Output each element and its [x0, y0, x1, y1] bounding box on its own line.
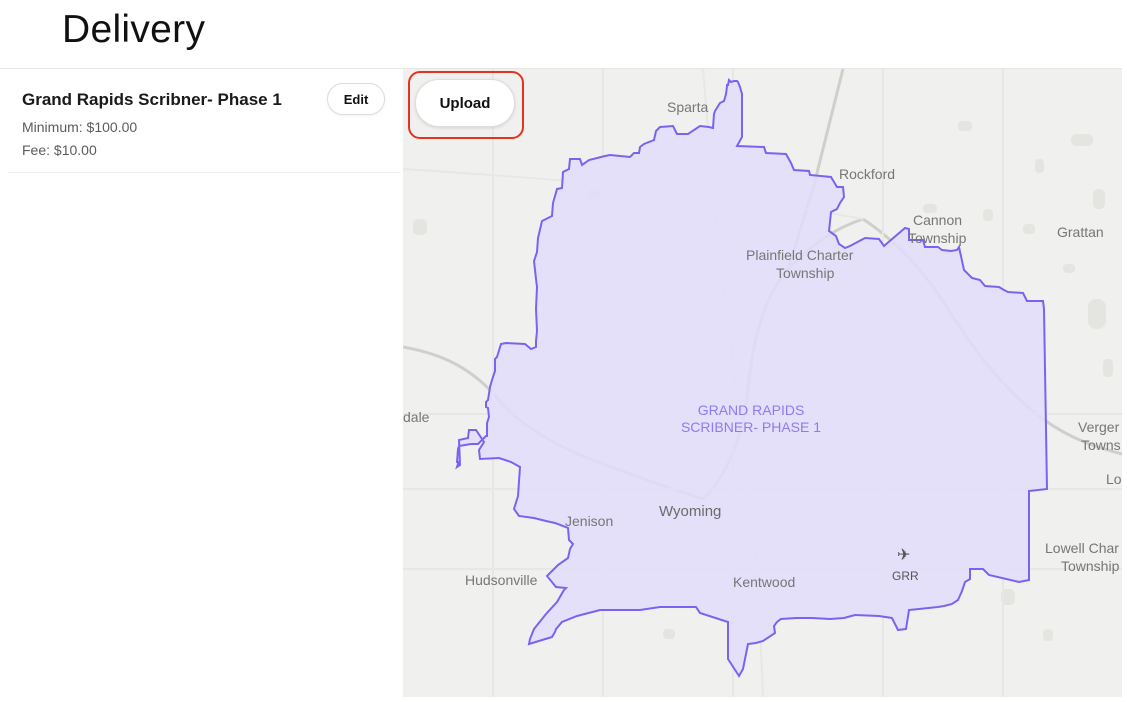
map-label-cannon: Cannon	[913, 212, 963, 228]
map-label-rockford: Rockford	[839, 166, 896, 182]
map-label-plainfield: Plainfield Charter	[746, 247, 854, 263]
zone-sidebar: Grand Rapids Scribner- Phase 1 Minimum: …	[0, 69, 403, 699]
map-label-hudsonville: Hudsonville	[465, 572, 538, 588]
map-label-verge-townsh: Towns	[1081, 437, 1121, 453]
map-label-kentwood: Kentwood	[733, 574, 796, 590]
zone-label-line1: GRAND RAPIDS	[697, 402, 805, 418]
map-label-verge: Verger	[1078, 419, 1120, 435]
zone-label: GRAND RAPIDS SCRIBNER- PHASE 1	[666, 402, 836, 436]
map-label-plainfield-township: Township	[776, 265, 835, 281]
zone-minimum: Minimum: $100.00	[22, 119, 138, 135]
map-label-lowell: Lowell Char	[1045, 540, 1119, 556]
map-label-sparta: Sparta	[667, 99, 709, 115]
upload-button[interactable]: Upload	[415, 79, 515, 127]
map-label-wyoming: Wyoming	[659, 503, 722, 520]
map-label-lo: Lo	[1106, 471, 1122, 487]
map-canvas[interactable]	[403, 69, 1122, 697]
zone-label-line2: SCRIBNER- PHASE 1	[680, 419, 822, 435]
airplane-icon: ✈	[897, 547, 911, 564]
zone-fee: Fee: $10.00	[22, 142, 97, 158]
map-label-grattan: Grattan	[1057, 224, 1104, 240]
map-label-lowell-township: Township	[1061, 558, 1120, 574]
zone-name: Grand Rapids Scribner- Phase 1	[22, 90, 282, 109]
edit-zone-button[interactable]: Edit	[327, 83, 385, 115]
map-label-cannon-township: Township	[908, 230, 967, 246]
zone-card[interactable]: Grand Rapids Scribner- Phase 1 Minimum: …	[8, 69, 400, 173]
map-label-dale: dale	[403, 409, 430, 425]
map-label-airport: GRR	[892, 569, 919, 583]
map-label-jenison: Jenison	[565, 513, 614, 529]
page-title: Delivery	[62, 8, 206, 51]
delivery-map[interactable]: Sparta Rockford Cannon Township Grattan …	[403, 69, 1122, 697]
